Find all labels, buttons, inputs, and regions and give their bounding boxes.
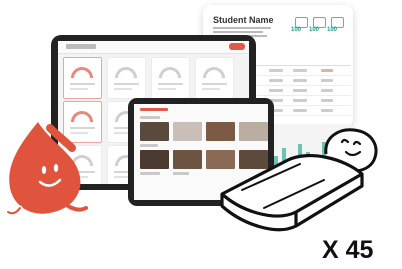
- dashboard-card: [195, 57, 234, 99]
- red-drop-mascot: [5, 122, 88, 216]
- dashboard-card: [107, 57, 146, 99]
- gallery-caption: [140, 172, 160, 175]
- gallery-header-bar: [140, 108, 168, 111]
- gallery-section-label: [140, 116, 160, 119]
- dashboard-header: [58, 41, 249, 54]
- gallery-caption: [173, 172, 189, 175]
- gallery-thumbnail[interactable]: [173, 122, 202, 141]
- dashboard-title-placeholder: [66, 44, 96, 49]
- dashboard-action-button[interactable]: [229, 43, 245, 50]
- student-name: Student Name: [213, 15, 274, 25]
- gallery-thumbnail[interactable]: [173, 150, 202, 169]
- multiplier-label: X 45: [322, 236, 374, 264]
- dashboard-card: [151, 57, 190, 99]
- box-turtle-character: [220, 128, 378, 232]
- gallery-thumbnail[interactable]: [140, 122, 169, 141]
- stat-value-1: 100: [291, 27, 302, 33]
- stat-value-2: 100: [309, 27, 320, 33]
- stat-value-3: 100: [327, 27, 338, 33]
- gallery-thumbnail[interactable]: [140, 150, 169, 169]
- gallery-section-label: [140, 144, 158, 147]
- dashboard-card: [63, 57, 102, 99]
